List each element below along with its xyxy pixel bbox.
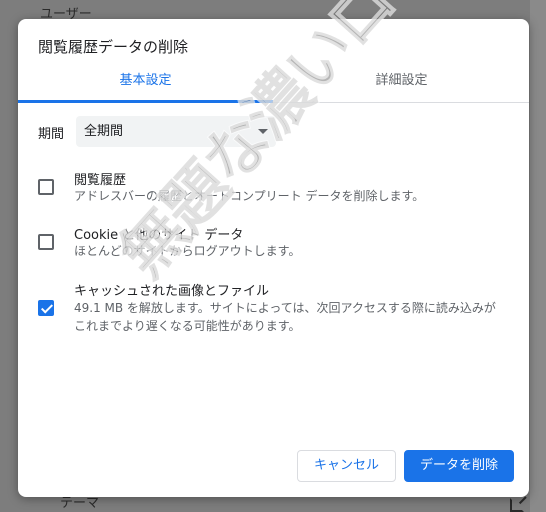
time-range-value: 全期間 <box>84 124 124 139</box>
option-description: ほとんどのサイトからログアウトします。 <box>74 244 301 258</box>
cached-images-checkbox[interactable] <box>38 300 54 316</box>
option-description: 49.1 MB を解放します。サイトによっては、次回アクセスする際に読み込みがこ… <box>74 301 496 333</box>
external-link-icon <box>510 498 524 512</box>
tab-basic[interactable]: 基本設定 <box>18 67 273 103</box>
dialog-title: 閲覧履歴データの削除 <box>38 38 189 56</box>
tab-advanced[interactable]: 詳細設定 <box>274 67 529 103</box>
cookies-checkbox[interactable] <box>38 234 54 250</box>
option-title: キャッシュされた画像とファイル <box>74 284 270 299</box>
option-title: Cookie と他のサイト データ <box>74 228 244 243</box>
active-tab-indicator <box>18 100 273 103</box>
clear-data-button[interactable]: データを削除 <box>404 450 514 482</box>
cancel-button[interactable]: キャンセル <box>297 450 396 482</box>
time-range-label: 期間 <box>38 127 65 142</box>
time-range-select[interactable]: 全期間 <box>76 116 276 147</box>
dropdown-arrow-icon <box>258 129 268 134</box>
option-description: アドレスバーの履歴とオートコンプリート データを削除します。 <box>74 189 425 203</box>
tab-bar: 基本設定 詳細設定 <box>18 67 529 103</box>
browsing-history-checkbox[interactable] <box>38 179 54 195</box>
background-scrollbar <box>530 0 546 512</box>
option-title: 閲覧履歴 <box>74 173 127 188</box>
clear-browsing-data-dialog: 閲覧履歴データの削除 基本設定 詳細設定 期間 全期間 閲覧履歴 アドレスバーの… <box>18 19 529 497</box>
